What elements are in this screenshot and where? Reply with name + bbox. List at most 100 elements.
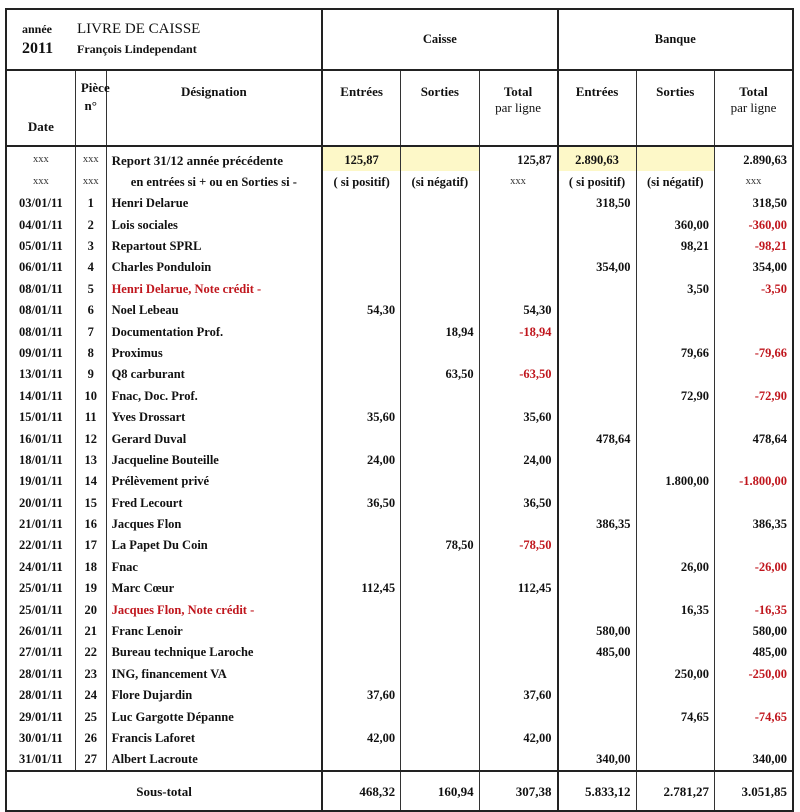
entry-caisse-total [478, 342, 559, 364]
entry-banque-total [713, 449, 794, 471]
table-row: 22/01/11 17 La Papet Du Coin 78,50 -78,50 [4, 535, 794, 557]
entry-date: 15/01/11 [4, 406, 76, 429]
entry-banque-entrees [557, 278, 637, 300]
table-row: 08/01/11 5 Henri Delarue, Note crédit - 3,5… [4, 278, 794, 300]
entry-caisse-entrees: 36,50 [321, 492, 402, 514]
table-row: 29/01/11 25 Luc Gargotte Dépanne 74,65 -74,6… [4, 706, 794, 728]
entry-caisse-entrees [321, 278, 402, 300]
entry-caisse-total: -78,50 [478, 535, 559, 557]
entry-banque-sorties: 74,65 [635, 706, 715, 728]
entry-banque-sorties [635, 748, 715, 772]
table-row: 09/01/11 8 Proximus 79,66 -79,66 [4, 342, 794, 364]
entry-date: 29/01/11 [4, 706, 76, 728]
entry-banque-sorties: 3,50 [635, 278, 715, 300]
entry-caisse-entrees [321, 663, 402, 685]
table-row: 06/01/11 4 Charles Ponduloin 354,00 354,00 [4, 256, 794, 279]
entry-designation: Luc Gargotte Dépanne [105, 706, 323, 728]
entry-banque-sorties [635, 321, 715, 343]
entry-banque-sorties [635, 363, 715, 386]
entry-banque-entrees [557, 299, 637, 322]
entry-caisse-total [478, 620, 559, 642]
entry-designation: Gerard Duval [105, 428, 323, 450]
entry-caisse-entrees [321, 363, 402, 386]
entry-banque-sorties: 79,66 [635, 342, 715, 364]
entry-designation: Prélèvement privé [105, 470, 323, 493]
entry-banque-entrees [557, 492, 637, 514]
entry-banque-sorties: 1.800,00 [635, 470, 715, 493]
column-header-designation: Désignation [105, 70, 323, 147]
entry-piece: 20 [74, 599, 107, 621]
entry-designation: Fred Lecourt [105, 492, 323, 514]
entry-piece: 18 [74, 556, 107, 578]
entry-date: 16/01/11 [4, 428, 76, 450]
entry-banque-sorties [635, 492, 715, 514]
entry-date: 18/01/11 [4, 449, 76, 471]
table-row: 27/01/11 22 Bureau technique Laroche 485,00… [4, 641, 794, 664]
entry-date: 31/01/11 [4, 748, 76, 772]
entry-banque-entrees [557, 342, 637, 364]
entry-caisse-sorties [400, 299, 480, 322]
entry-designation: Proximus [105, 342, 323, 364]
entry-date: 19/01/11 [4, 470, 76, 493]
report-caisse-entrees: 125,87 [321, 146, 402, 172]
entry-designation: Q8 carburant [105, 363, 323, 386]
entry-caisse-sorties [400, 663, 480, 685]
table-row: 18/01/11 13 Jacqueline Bouteille 24,00 24,00 [4, 449, 794, 471]
entry-caisse-entrees [321, 321, 402, 343]
entry-caisse-sorties [400, 684, 480, 707]
column-header-piece-line2: n° [84, 97, 97, 113]
subtotal-row: Sous-total 468,32 160,94 307,38 5.833,12… [4, 770, 794, 812]
entry-date: 25/01/11 [4, 599, 76, 621]
header-row-groups: année LIVRE DE CAISSE 2011 François Lind… [4, 8, 795, 71]
column-header-caisse-entrees: Entrées [321, 70, 402, 147]
entry-caisse-entrees [321, 748, 402, 772]
entry-banque-total: -250,00 [713, 663, 794, 685]
group-header-caisse: Caisse [321, 8, 559, 71]
table-row: 31/01/11 27 Albert Lacroute 340,00 340,00 [4, 748, 794, 772]
table-row: 20/01/11 15 Fred Lecourt 36,50 36,50 [4, 492, 794, 514]
entry-caisse-total [478, 513, 559, 536]
entry-caisse-total: 54,30 [478, 299, 559, 322]
entry-designation: Repartout SPRL [105, 235, 323, 257]
entry-caisse-total [478, 706, 559, 728]
entry-designation: Franc Lenoir [105, 620, 323, 642]
entry-designation: Noel Lebeau [105, 299, 323, 322]
entry-designation: Documentation Prof. [105, 321, 323, 343]
subtotal-banque-sorties: 2.781,27 [635, 770, 715, 812]
entry-designation: Yves Drossart [105, 406, 323, 429]
entry-piece: 12 [74, 428, 107, 450]
note-banque-sorties: (si négatif) [635, 171, 715, 193]
entry-banque-total [713, 321, 794, 343]
entry-piece: 25 [74, 706, 107, 728]
entry-banque-total: 485,00 [713, 641, 794, 664]
header-row-columns: Date Pièce n° Désignation Entrées Sortie… [4, 70, 794, 147]
table-row: 16/01/11 12 Gerard Duval 478,64 478,64 [4, 428, 794, 450]
entry-banque-total: -74,65 [713, 706, 794, 728]
table-row: 08/01/11 7 Documentation Prof. 18,94 -18,94 [4, 321, 794, 343]
entry-designation: Henri Delarue, Note crédit - [105, 278, 323, 300]
note-caisse-sorties: (si négatif) [400, 171, 480, 193]
entry-banque-sorties [635, 449, 715, 471]
entry-caisse-total [478, 256, 559, 279]
note-banque-entrees: ( si positif) [557, 171, 637, 193]
entry-caisse-sorties [400, 192, 480, 215]
entry-banque-entrees: 340,00 [557, 748, 637, 772]
entry-banque-sorties [635, 513, 715, 536]
entry-piece: 16 [74, 513, 107, 536]
entry-caisse-sorties [400, 406, 480, 429]
report-caisse-sorties [400, 146, 480, 172]
entry-piece: 14 [74, 470, 107, 493]
entry-banque-total [713, 684, 794, 707]
column-header-caisse-sorties: Sorties [400, 70, 480, 147]
entry-piece: 21 [74, 620, 107, 642]
entry-banque-entrees [557, 363, 637, 386]
entry-piece: 2 [74, 214, 107, 236]
entry-caisse-entrees: 24,00 [321, 449, 402, 471]
entry-designation: Albert Lacroute [105, 748, 323, 772]
report-row: xxx xxx Report 31/12 année précédente 12… [4, 146, 794, 172]
entry-banque-total: -79,66 [713, 342, 794, 364]
entry-banque-sorties: 26,00 [635, 556, 715, 578]
table-row: 30/01/11 26 Francis Laforet 42,00 42,00 [4, 727, 794, 749]
entry-caisse-entrees [321, 256, 402, 279]
entry-caisse-total: 35,60 [478, 406, 559, 429]
